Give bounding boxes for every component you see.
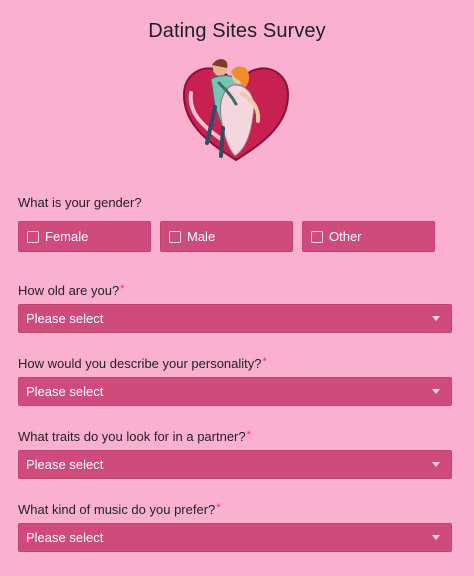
chevron-down-icon[interactable] <box>432 316 440 321</box>
music-select-value: Please select <box>26 530 104 545</box>
age-select-value: Please select <box>26 311 104 326</box>
gender-male-option[interactable]: Male <box>160 221 293 252</box>
couple-heart-icon <box>176 55 296 173</box>
checkbox-icon[interactable] <box>27 230 39 243</box>
gender-question-label: What is your gender? <box>18 195 142 210</box>
gender-female-option[interactable]: Female <box>18 221 151 252</box>
personality-select-value: Please select <box>26 384 104 399</box>
chevron-down-icon[interactable] <box>432 389 440 394</box>
gender-other-option[interactable]: Other <box>302 221 435 252</box>
checkbox-icon[interactable] <box>311 230 323 243</box>
music-question-label: What kind of music do you prefer? <box>18 502 216 517</box>
page-title: Dating Sites Survey <box>148 20 326 42</box>
personality-question: How would you describe your personality?… <box>18 356 267 371</box>
chevron-down-icon[interactable] <box>432 535 440 540</box>
checkbox-icon[interactable] <box>169 230 181 243</box>
chevron-down-icon[interactable] <box>432 462 440 467</box>
age-question-label: How old are you? <box>18 283 120 298</box>
personality-select[interactable]: Please select <box>18 377 452 406</box>
age-question: How old are you?* <box>18 283 124 298</box>
gender-male-label: Male <box>187 229 216 244</box>
required-marker: * <box>262 356 267 368</box>
gender-female-label: Female <box>45 229 89 244</box>
required-marker: * <box>216 502 221 514</box>
personality-question-label: How would you describe your personality? <box>18 356 262 371</box>
music-question: What kind of music do you prefer?* <box>18 502 221 517</box>
age-select[interactable]: Please select <box>18 304 452 333</box>
gender-question: What is your gender? <box>18 195 142 210</box>
gender-options: Female Male Other <box>18 221 438 252</box>
traits-question-label: What traits do you look for in a partner… <box>18 429 246 444</box>
gender-other-label: Other <box>329 229 362 244</box>
required-marker: * <box>246 429 251 441</box>
music-select[interactable]: Please select <box>18 523 452 552</box>
traits-select-value: Please select <box>26 457 104 472</box>
traits-question: What traits do you look for in a partner… <box>18 429 251 444</box>
traits-select[interactable]: Please select <box>18 450 452 479</box>
survey-page: Dating Sites Survey What is your gender?… <box>0 0 474 576</box>
required-marker: * <box>120 283 125 295</box>
